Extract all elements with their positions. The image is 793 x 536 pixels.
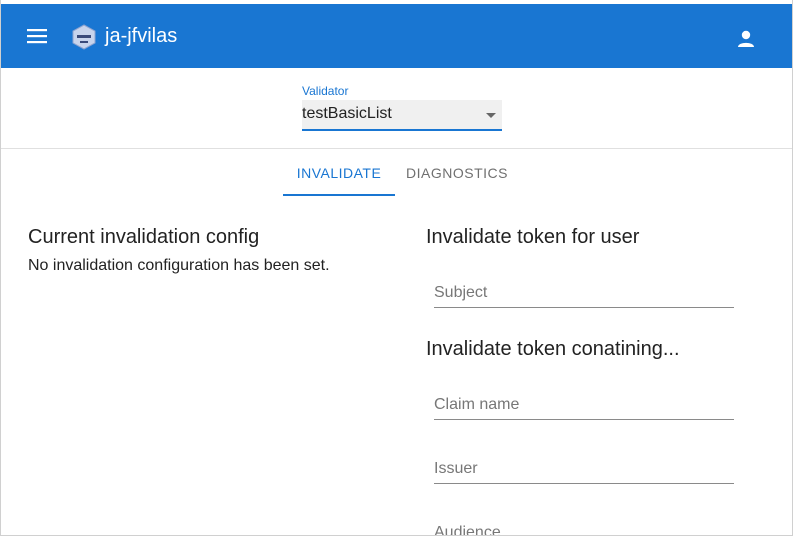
- validator-label: Validator: [302, 84, 349, 98]
- active-tab-indicator: [283, 194, 395, 196]
- app-logo-icon: [72, 24, 96, 50]
- validator-select: Validator testBasicList: [302, 84, 502, 132]
- header-divider: [1, 148, 792, 149]
- invalidate-user-title: Invalidate token for user: [426, 226, 640, 248]
- tab-diagnostics[interactable]: DIAGNOSTICS: [395, 150, 519, 196]
- tab-invalidate[interactable]: INVALIDATE: [283, 150, 395, 196]
- subject-input[interactable]: [434, 278, 734, 308]
- invalidate-containing-title: Invalidate token conatining...: [426, 338, 680, 360]
- dropdown-caret-icon: [486, 113, 496, 118]
- account-icon: [738, 30, 754, 47]
- hamburger-menu-icon: [27, 29, 47, 44]
- app-title: ja-jfvilas: [105, 25, 178, 47]
- menu-button[interactable]: [17, 20, 57, 52]
- issuer-input[interactable]: [434, 454, 734, 484]
- app-bar: ja-jfvilas: [1, 4, 792, 68]
- validator-dropdown[interactable]: testBasicList: [302, 100, 502, 131]
- current-config-message: No invalidation configuration has been s…: [28, 257, 330, 274]
- validator-selected-value: testBasicList: [302, 105, 392, 122]
- audience-input[interactable]: [434, 518, 734, 535]
- app-frame: ja-jfvilas Validator testBasicList INVAL…: [0, 0, 793, 536]
- account-button[interactable]: [729, 22, 763, 56]
- claim-name-input[interactable]: [434, 390, 734, 420]
- current-config-title: Current invalidation config: [28, 226, 260, 248]
